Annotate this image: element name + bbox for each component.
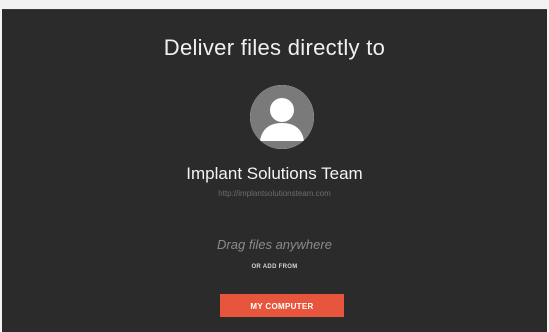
user-silhouette-icon <box>250 85 314 149</box>
add-from-label: OR ADD FROM <box>251 264 298 270</box>
recipient-url[interactable]: http://implantsolutionsteam.com <box>2 189 547 198</box>
recipient-name: Implant Solutions Team <box>186 164 363 183</box>
upload-dropzone[interactable]: Deliver files directly to Implant Soluti… <box>2 9 547 332</box>
dialog-title: Deliver files directly to <box>163 35 386 60</box>
window-frame: Deliver files directly to Implant Soluti… <box>0 0 549 332</box>
avatar <box>250 85 314 149</box>
drop-hint: Drag files anywhere <box>217 237 332 252</box>
my-computer-button[interactable]: MY COMPUTER <box>220 294 344 317</box>
